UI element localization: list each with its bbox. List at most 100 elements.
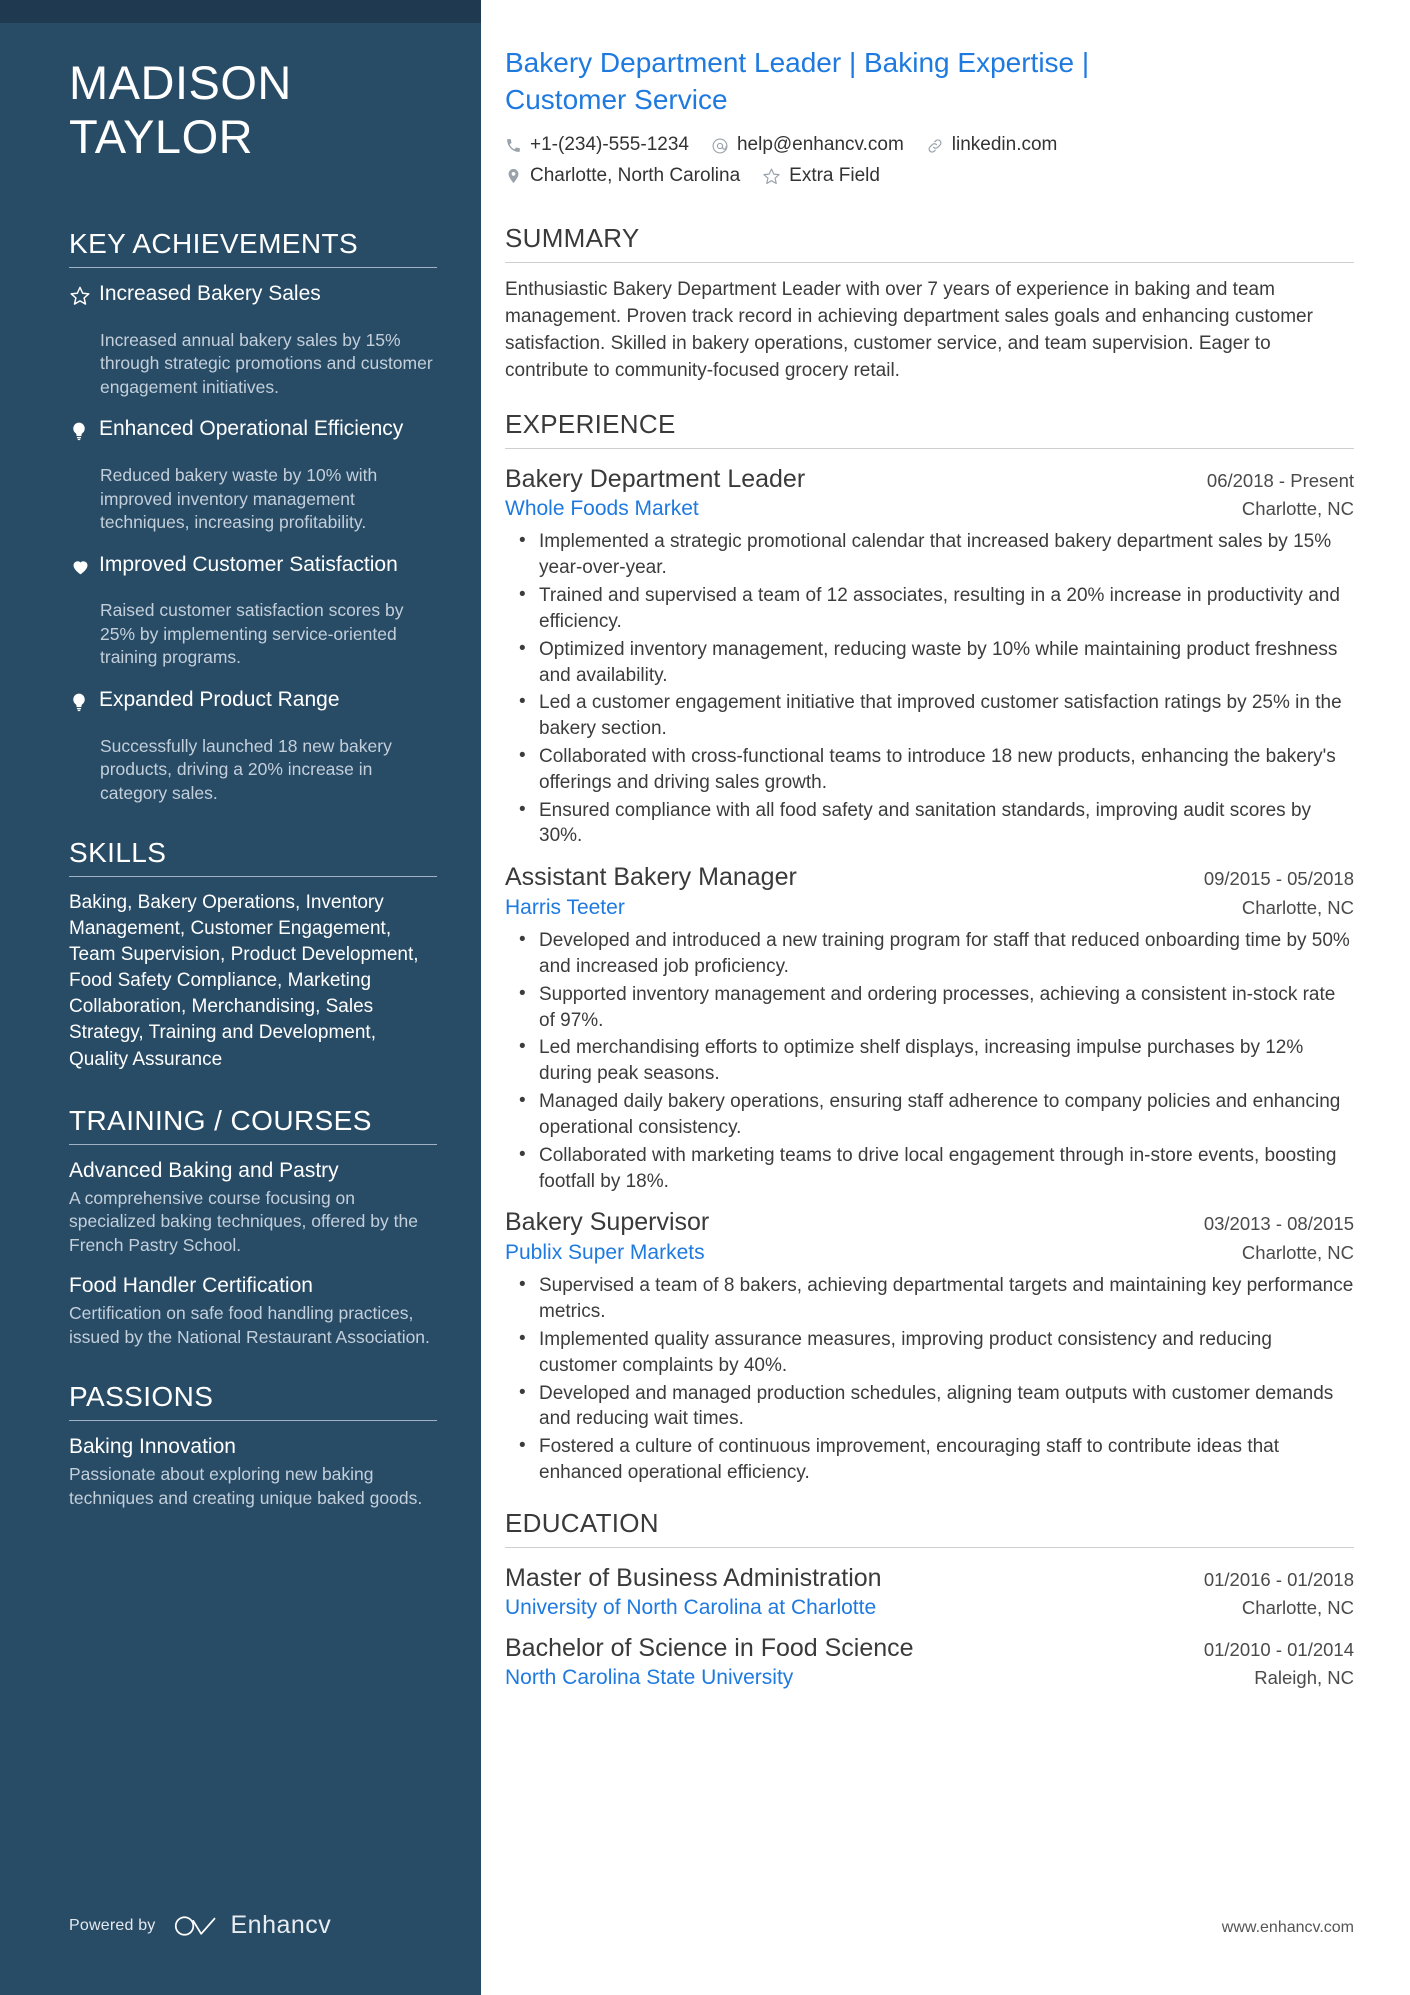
job-bullets: Supervised a team of 8 bakers, achieving… [505,1272,1354,1486]
experience-entry: Assistant Bakery Manager 09/2015 - 05/20… [505,861,1354,1194]
job-bullet: Collaborated with marketing teams to dri… [519,1142,1354,1195]
education-entry: Master of Business Administration 01/201… [505,1562,1354,1623]
sidebar: MADISON TAYLOR KEY ACHIEVEMENTS Increase… [0,0,481,1995]
skills-section: SKILLS Baking, Bakery Operations, Invent… [69,837,437,1100]
contact-row-1: +1-(234)-555-1234 help@enhancv.com linke… [505,132,1354,159]
phone-icon [505,137,522,154]
candidate-name: MADISON TAYLOR [69,56,437,164]
divider [69,1143,437,1145]
achievement-item: Enhanced Operational Efficiency [69,416,437,446]
main-content: Bakery Department Leader | Baking Expert… [481,0,1410,1995]
job-bullet: Collaborated with cross-functional teams… [519,743,1354,796]
divider [505,447,1354,449]
summary-section: SUMMARY Enthusiastic Bakery Department L… [505,223,1354,385]
contact-row-2: Charlotte, North Carolina Extra Field [505,163,1354,190]
divider [69,267,437,269]
course-item: Food Handler Certification Certification… [69,1273,437,1350]
achievement-title: Expanded Product Range [99,688,340,712]
contact-phone-text: +1-(234)-555-1234 [530,134,689,156]
job-bullet: Fostered a culture of continuous improve… [519,1433,1354,1486]
job-company[interactable]: Harris Teeter [505,894,625,922]
job-location: Charlotte, NC [1241,498,1354,520]
enhancv-wordmark: Enhancv [230,1911,332,1939]
lightbulb-icon [69,687,99,717]
education-heading: EDUCATION [505,1507,659,1538]
passions-section: PASSIONS Baking Innovation Passionate ab… [69,1381,437,1523]
contact-location-text: Charlotte, North Carolina [530,165,741,187]
job-bullet: Ensured compliance with all food safety … [519,797,1354,850]
star-outline-icon [762,167,781,186]
job-bullet: Supervised a team of 8 bakers, achieving… [519,1272,1354,1325]
candidate-name-line1: MADISON [69,56,292,109]
powered-by-label: Powered by [69,1916,156,1934]
candidate-name-line2: TAYLOR [69,110,254,164]
degree-date: 01/2016 - 01/2018 [1203,1568,1354,1590]
achievement-item: Expanded Product Range [69,687,437,717]
degree-date: 01/2010 - 01/2014 [1203,1638,1354,1660]
job-bullet: Led a customer engagement initiative tha… [519,689,1354,742]
star-icon [69,281,99,311]
skills-heading: SKILLS [69,837,167,869]
school-location: Charlotte, NC [1241,1597,1354,1619]
heart-icon [69,552,99,582]
divider [69,1420,437,1422]
contact-linkedin[interactable]: linkedin.com [926,132,1058,159]
achievement-item: Increased Bakery Sales [69,281,437,311]
enhancv-url: www.enhancv.com [1221,1919,1354,1936]
divider [505,1546,1354,1548]
resume-page: MADISON TAYLOR KEY ACHIEVEMENTS Increase… [0,0,1410,1995]
passion-title: Baking Innovation [69,1435,236,1459]
training-courses-section: TRAINING / COURSES Advanced Baking and P… [69,1105,437,1378]
achievement-description: Raised customer satisfaction scores by 2… [100,600,404,668]
enhancv-mark-icon [174,1915,215,1936]
enhancv-logo: Enhancv [173,1911,332,1940]
contact-info: +1-(234)-555-1234 help@enhancv.com linke… [505,132,1354,189]
degree-title: Master of Business Administration [505,1563,882,1592]
location-pin-icon [505,167,522,185]
achievement-title: Improved Customer Satisfaction [99,552,398,576]
job-bullets: Developed and introduced a new training … [505,927,1354,1195]
experience-entry: Bakery Department Leader 06/2018 - Prese… [505,463,1354,850]
sidebar-footer: Powered by Enhancv [0,1911,481,1995]
lightbulb-icon [69,416,99,446]
job-bullet: Led merchandising efforts to optimize sh… [519,1034,1354,1087]
achievement-title: Increased Bakery Sales [99,282,321,306]
contact-email[interactable]: help@enhancv.com [711,132,904,159]
job-company[interactable]: Publix Super Markets [505,1239,705,1267]
skills-list: Baking, Bakery Operations, Inventory Man… [69,892,419,1070]
achievement-description: Successfully launched 18 new bakery prod… [100,735,392,803]
job-title: Bakery Department Leader [505,464,806,493]
course-title: Advanced Baking and Pastry [69,1158,339,1182]
contact-extra-field[interactable]: Extra Field [762,163,880,190]
email-icon [711,137,729,155]
job-title: Assistant Bakery Manager [505,863,797,892]
training-courses-heading: TRAINING / COURSES [69,1104,372,1136]
school-name[interactable]: University of North Carolina at Charlott… [505,1594,876,1622]
job-bullet: Developed and introduced a new training … [519,927,1354,980]
job-location: Charlotte, NC [1241,1241,1354,1263]
job-bullet: Trained and supervised a team of 12 asso… [519,582,1354,635]
job-company[interactable]: Whole Foods Market [505,495,699,523]
contact-email-text: help@enhancv.com [736,134,904,156]
contact-location[interactable]: Charlotte, North Carolina [505,163,740,190]
sidebar-topbar [0,0,481,23]
achievement-description: Increased annual bakery sales by 15% thr… [100,329,433,397]
passions-heading: PASSIONS [69,1381,214,1413]
experience-heading: EXPERIENCE [505,408,676,439]
course-item: Advanced Baking and Pastry A comprehensi… [69,1158,437,1258]
link-icon [926,137,944,155]
job-title: Bakery Supervisor [505,1208,710,1237]
education-entry: Bachelor of Science in Food Science 01/2… [505,1632,1354,1693]
headline: Bakery Department Leader | Baking Expert… [505,47,1090,116]
contact-linkedin-text: linkedin.com [951,134,1058,156]
job-date: 03/2013 - 08/2015 [1203,1213,1354,1235]
job-bullet: Optimized inventory management, reducing… [519,636,1354,689]
contact-phone[interactable]: +1-(234)-555-1234 [505,132,689,159]
course-description: A comprehensive course focusing on speci… [69,1187,418,1256]
job-bullet: Developed and managed production schedul… [519,1380,1354,1433]
job-bullet: Implemented a strategic promotional cale… [519,528,1354,581]
degree-title: Bachelor of Science in Food Science [505,1633,914,1662]
school-name[interactable]: North Carolina State University [505,1664,793,1692]
job-date: 06/2018 - Present [1206,469,1354,491]
course-title: Food Handler Certification [69,1273,313,1297]
